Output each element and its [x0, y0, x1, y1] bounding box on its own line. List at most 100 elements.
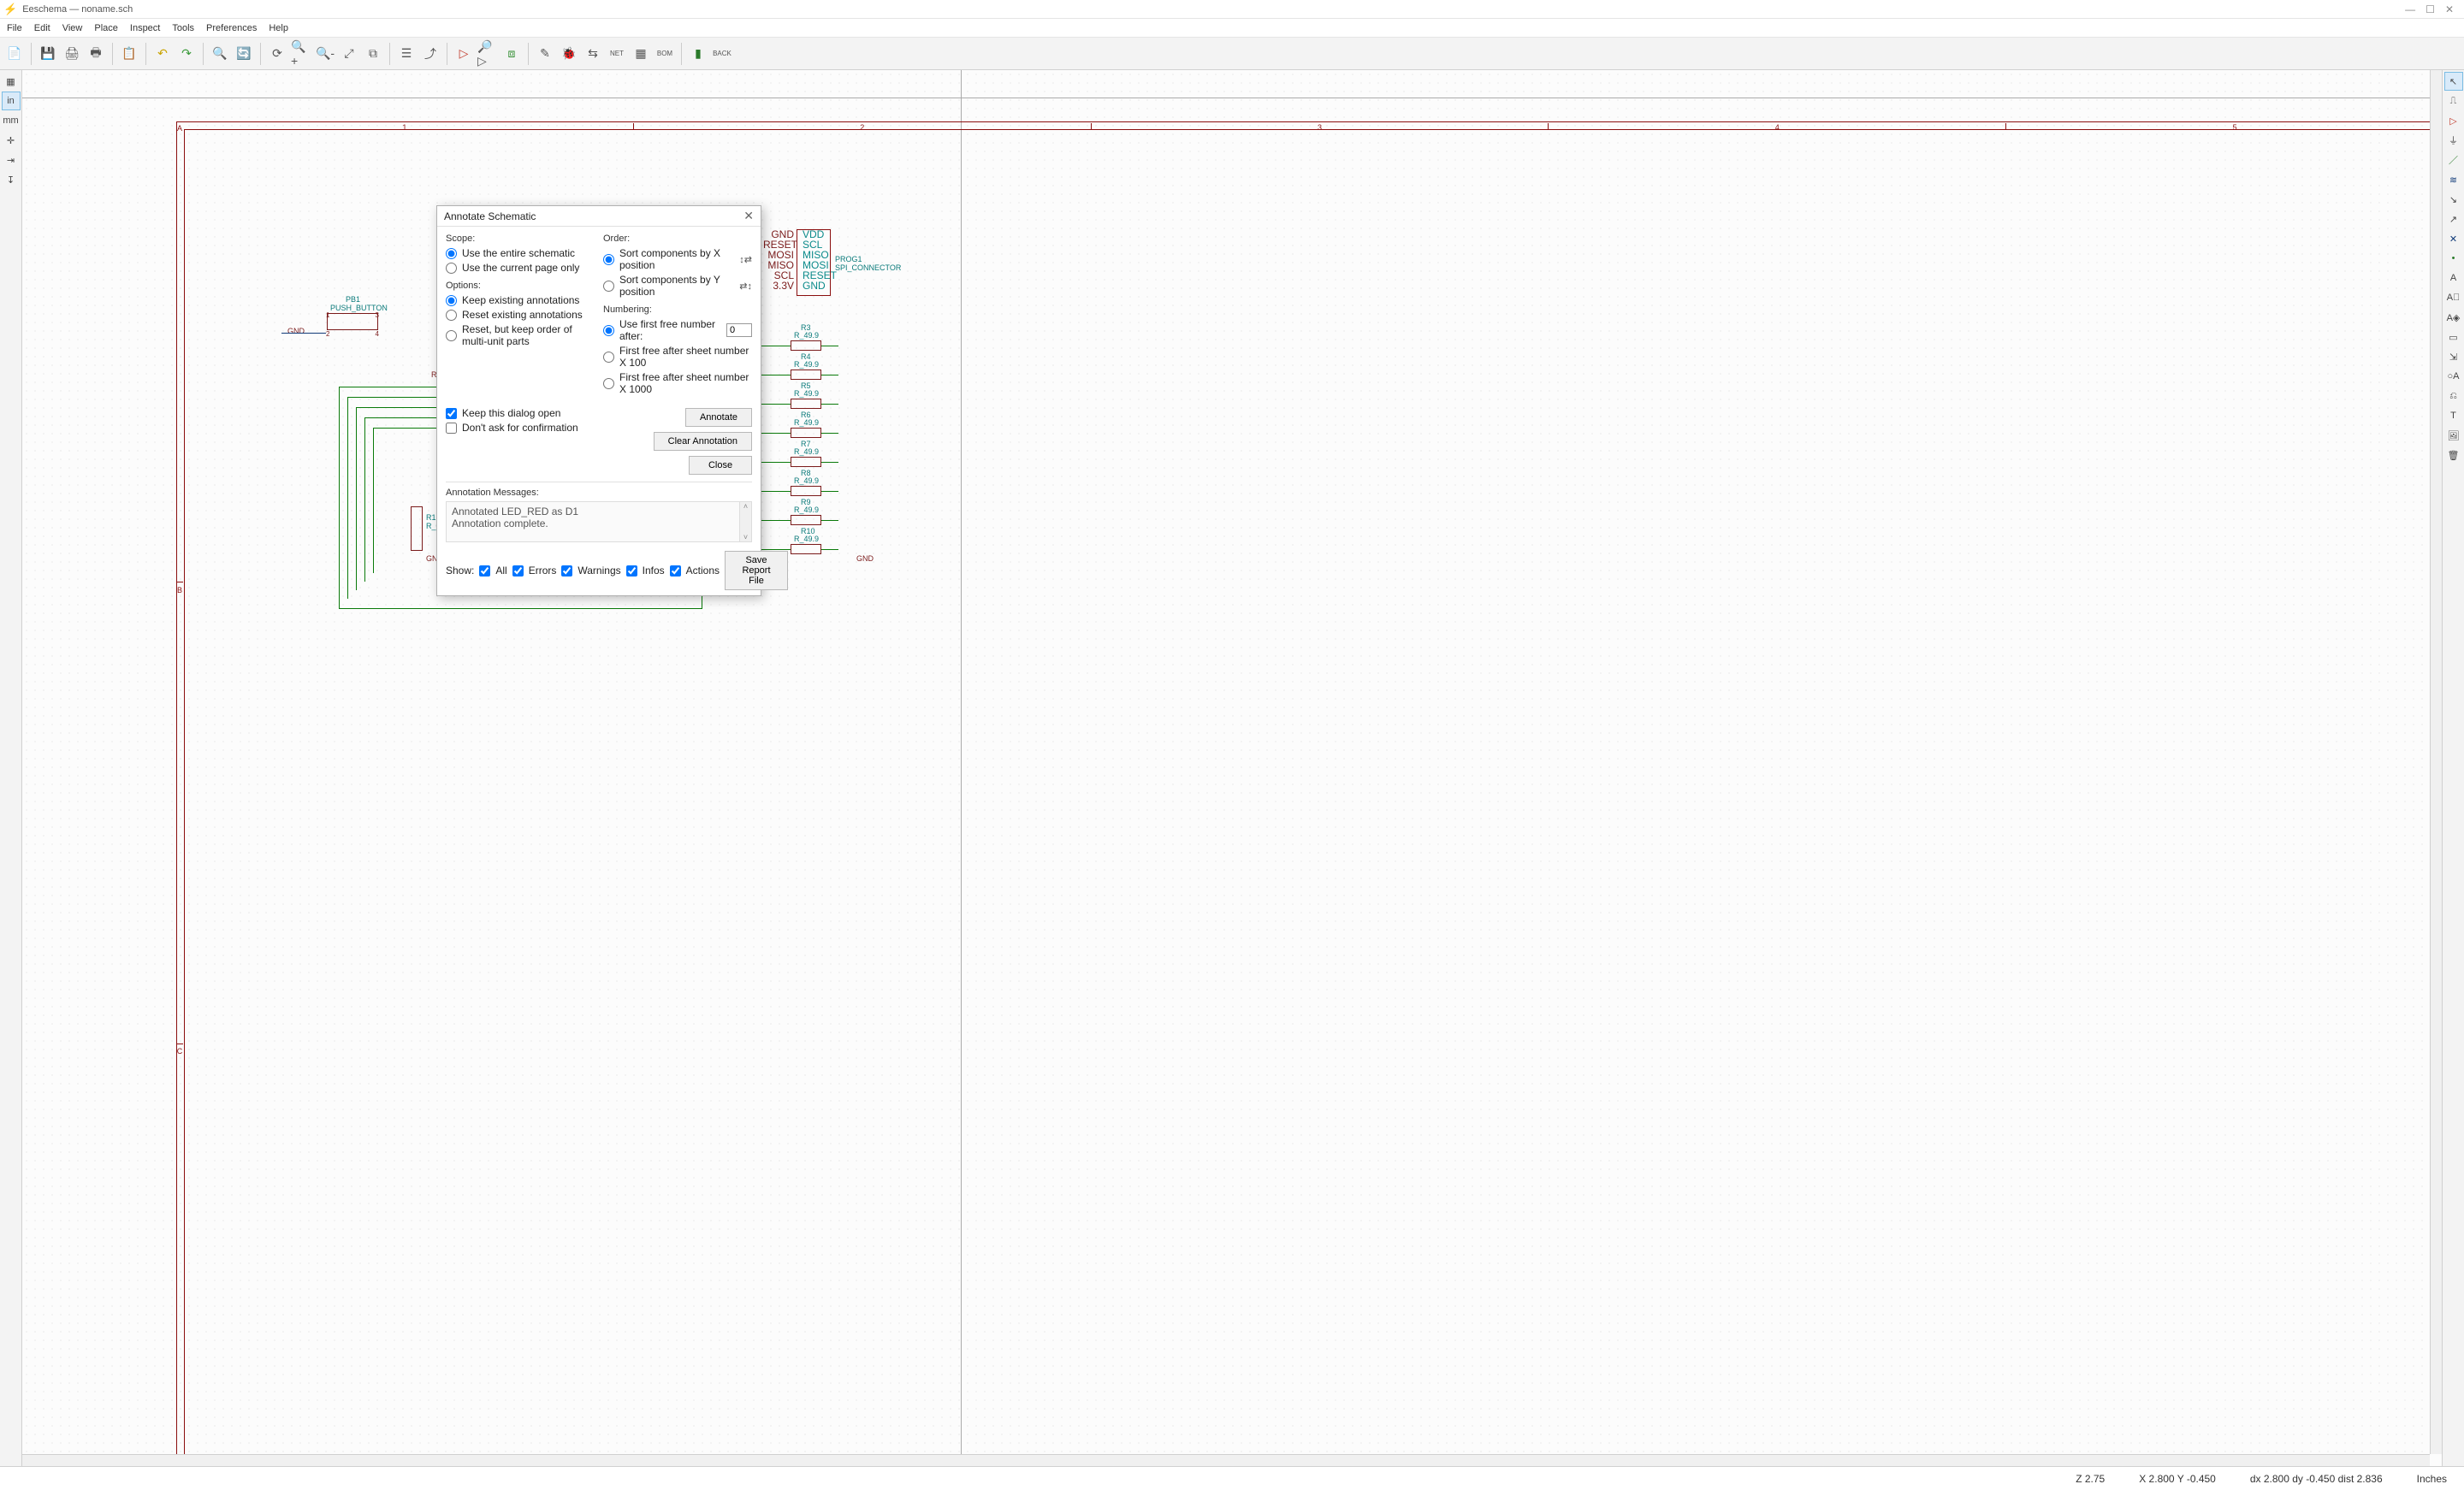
- place-bus-icon[interactable]: ≋: [2444, 170, 2463, 189]
- menu-view[interactable]: View: [62, 23, 83, 33]
- menu-help[interactable]: Help: [269, 23, 288, 33]
- global-label-icon[interactable]: A⃞: [2444, 288, 2463, 307]
- zoom-in-icon[interactable]: 🔍+: [290, 43, 312, 65]
- num-first-after-radio[interactable]: Use first free number after:: [603, 318, 752, 342]
- save-icon[interactable]: 💾: [37, 43, 59, 65]
- place-power-icon[interactable]: ⏚: [2444, 131, 2463, 150]
- menu-edit[interactable]: Edit: [34, 23, 50, 33]
- opt-keep-radio[interactable]: Keep existing annotations: [446, 294, 595, 306]
- gnd1: GND: [287, 327, 305, 335]
- close-button[interactable]: Close: [689, 456, 752, 475]
- find-replace-icon[interactable]: 🔄: [233, 43, 255, 65]
- filter-warnings[interactable]: Warnings: [561, 565, 620, 576]
- symbol-editor-icon[interactable]: ▷: [453, 43, 475, 65]
- annotate-button[interactable]: Annotate: [685, 408, 752, 427]
- menubar: File Edit View Place Inspect Tools Prefe…: [0, 19, 2464, 38]
- highlight-net-icon[interactable]: ⎍: [2444, 92, 2463, 110]
- hidden-pins-icon[interactable]: ⇥: [2, 151, 21, 169]
- num-first-after-input[interactable]: [726, 323, 752, 337]
- new-schematic-icon[interactable]: 📄: [3, 43, 26, 65]
- redo-icon[interactable]: ↷: [175, 43, 198, 65]
- units-mm-icon[interactable]: mm: [2, 111, 21, 130]
- refresh-icon[interactable]: ⟳: [266, 43, 288, 65]
- opt-reset-multi-radio[interactable]: Reset, but keep order of multi-unit part…: [446, 323, 595, 347]
- minimize-icon[interactable]: —: [2405, 3, 2415, 15]
- select-icon[interactable]: ↖: [2444, 72, 2463, 91]
- order-y-radio[interactable]: Sort components by Y position⇄↕: [603, 274, 752, 298]
- zoom-out-icon[interactable]: 🔍-: [314, 43, 336, 65]
- symbol-fields-icon[interactable]: ▦: [630, 43, 652, 65]
- bus-to-bus-icon[interactable]: ↗: [2444, 210, 2463, 228]
- back-import-icon[interactable]: BACK: [711, 43, 733, 65]
- paste-icon[interactable]: 📋: [118, 43, 140, 65]
- browse-symbol-icon[interactable]: 🔎▷: [477, 43, 499, 65]
- wire-to-bus-icon[interactable]: ↘: [2444, 190, 2463, 209]
- maximize-icon[interactable]: ☐: [2426, 3, 2435, 15]
- menu-tools[interactable]: Tools: [172, 23, 194, 33]
- erc-icon[interactable]: 🐞: [558, 43, 580, 65]
- poly-line-icon[interactable]: ⎌: [2444, 387, 2463, 405]
- dialog-close-icon[interactable]: ✕: [743, 209, 754, 223]
- order-x-radio[interactable]: Sort components by X position↕⇄: [603, 247, 752, 271]
- menu-preferences[interactable]: Preferences: [206, 23, 257, 33]
- scope-entire-radio[interactable]: Use the entire schematic: [446, 247, 595, 259]
- pcb-icon[interactable]: ▮: [687, 43, 709, 65]
- text-icon[interactable]: T: [2444, 406, 2463, 425]
- filter-actions[interactable]: Actions: [670, 565, 720, 576]
- netlist-icon[interactable]: NET: [606, 43, 628, 65]
- annotate-icon[interactable]: ✎: [534, 43, 556, 65]
- bom-icon[interactable]: BOM: [654, 43, 676, 65]
- delete-icon[interactable]: 🗑: [2444, 446, 2463, 464]
- zoom-selection-icon[interactable]: ⧉: [362, 43, 384, 65]
- gnd3: GND: [856, 554, 874, 563]
- footprint-editor-icon[interactable]: ⧈: [500, 43, 523, 65]
- canvas[interactable]: 1 2 3 4 5 A B C PB1 PUSH_BUTTON 1 3 2 4 …: [22, 70, 2442, 1466]
- place-symbol-icon[interactable]: ▷: [2444, 111, 2463, 130]
- messages-box[interactable]: Annotated LED_RED as D1 Annotation compl…: [446, 501, 752, 542]
- opt-reset-radio[interactable]: Reset existing annotations: [446, 309, 595, 321]
- hier-label-icon[interactable]: A◈: [2444, 308, 2463, 327]
- image-icon[interactable]: 🖼: [2444, 426, 2463, 445]
- num-sheet100-radio[interactable]: First free after sheet number X 100: [603, 345, 752, 369]
- import-hier-icon[interactable]: ⇲: [2444, 347, 2463, 366]
- cursor-shape-icon[interactable]: ✛: [2, 131, 21, 150]
- filter-all[interactable]: All: [479, 565, 506, 576]
- find-icon[interactable]: 🔍: [209, 43, 231, 65]
- assign-footprints-icon[interactable]: ⇆: [582, 43, 604, 65]
- undo-icon[interactable]: ↶: [151, 43, 174, 65]
- grid-icon[interactable]: ▦: [2, 72, 21, 91]
- filter-infos[interactable]: Infos: [626, 565, 665, 576]
- hierarchy-icon[interactable]: ☰: [395, 43, 418, 65]
- show-label: Show:: [446, 565, 474, 576]
- res-val: R_49.9: [794, 476, 819, 485]
- wire: [821, 462, 838, 463]
- no-connect-icon[interactable]: ✕: [2444, 229, 2463, 248]
- net-label-icon[interactable]: A: [2444, 269, 2463, 287]
- close-window-icon[interactable]: ✕: [2445, 3, 2454, 15]
- num-sheet1000-radio[interactable]: First free after sheet number X 1000: [603, 371, 752, 395]
- save-report-button[interactable]: Save Report File: [725, 551, 788, 590]
- filter-errors[interactable]: Errors: [512, 565, 557, 576]
- dont-ask-checkbox[interactable]: Don't ask for confirmation: [446, 422, 654, 434]
- horizontal-scrollbar[interactable]: [22, 1454, 2430, 1466]
- menu-file[interactable]: File: [7, 23, 22, 33]
- menu-inspect[interactable]: Inspect: [130, 23, 160, 33]
- bus-direction-icon[interactable]: ↧: [2, 170, 21, 189]
- place-wire-icon[interactable]: ／: [2444, 151, 2463, 169]
- units-in-icon[interactable]: in: [2, 92, 21, 110]
- zoom-fit-icon[interactable]: ⤢: [338, 43, 360, 65]
- hier-sheet-icon[interactable]: ▭: [2444, 328, 2463, 346]
- menu-place[interactable]: Place: [94, 23, 118, 33]
- clear-annotation-button[interactable]: Clear Annotation: [654, 432, 752, 451]
- scope-page-radio[interactable]: Use the current page only: [446, 262, 595, 274]
- msgbox-scrollbar[interactable]: ˄ ˅: [739, 502, 751, 541]
- junction-icon[interactable]: •: [2444, 249, 2463, 268]
- print-icon[interactable]: 🖨: [61, 43, 83, 65]
- wire: [373, 428, 374, 573]
- plot-icon[interactable]: 🖶: [85, 43, 107, 65]
- hier-pin-icon[interactable]: ○A: [2444, 367, 2463, 386]
- keep-open-checkbox[interactable]: Keep this dialog open: [446, 407, 654, 419]
- options-label: Options:: [446, 281, 595, 291]
- leave-sheet-icon[interactable]: ⤴: [419, 43, 441, 65]
- vertical-scrollbar[interactable]: [2430, 70, 2442, 1454]
